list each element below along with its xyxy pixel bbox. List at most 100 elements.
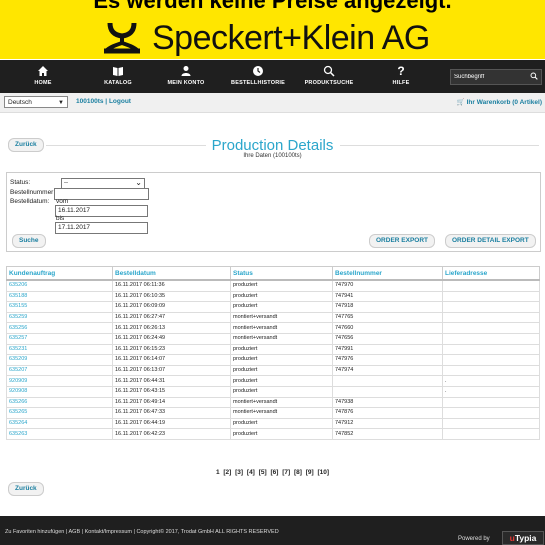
cell-lieferadresse xyxy=(442,332,540,345)
cell-bestellnummer: 747852 xyxy=(332,428,443,440)
cell-status: montiert+versandt xyxy=(230,332,333,345)
page-link[interactable]: [9] xyxy=(306,469,314,476)
account-links: 100100ts | Logout xyxy=(76,98,131,105)
cell-kundenauftrag[interactable]: 635155 xyxy=(6,301,113,313)
date-from-input[interactable] xyxy=(55,205,148,217)
account-bar: Deutsch ▼ 100100ts | Logout 🛒 Ihr Warenk… xyxy=(0,93,545,113)
cell-status: produziert xyxy=(230,343,333,356)
cell-bestellnummer: 747941 xyxy=(332,290,443,303)
cell-bestelldatum: 16.11.2017 06:43:15 xyxy=(112,385,231,398)
cart-link[interactable]: 🛒 Ihr Warenkorb (0 Artikel) xyxy=(457,98,542,106)
table-row: 635257 16.11.2017 06:24:49 montiert+versan… xyxy=(6,332,540,345)
page-title: Production Details xyxy=(211,137,334,154)
bestelldatum-label: Bestelldatum: xyxy=(10,198,50,205)
cell-lieferadresse xyxy=(442,428,540,440)
cell-bestellnummer: 747765 xyxy=(332,311,443,324)
cell-bestellnummer xyxy=(332,385,443,398)
nav-hilfe[interactable]: ? HILFE xyxy=(369,63,433,86)
nav-bestellhistorie[interactable]: BESTELLHISTORIE xyxy=(226,63,290,86)
cell-kundenauftrag[interactable]: 635188 xyxy=(6,290,113,303)
cell-kundenauftrag[interactable]: 635257 xyxy=(6,332,113,345)
cell-bestelldatum: 16.11.2017 06:10:35 xyxy=(112,290,231,303)
table-row: 635259 16.11.2017 06:27:47 montiert+versan… xyxy=(6,311,540,324)
search-input[interactable] xyxy=(454,71,524,82)
home-icon xyxy=(11,63,75,80)
cell-bestelldatum: 16.11.2017 06:13:07 xyxy=(112,364,231,377)
nav-katalog-label: KATALOG xyxy=(104,80,132,86)
chevron-down-icon: ▼ xyxy=(58,100,64,106)
page-link[interactable]: [7] xyxy=(282,469,290,476)
cell-bestelldatum: 16.11.2017 06:24:49 xyxy=(112,332,231,345)
col-header-bestelldatum[interactable]: Bestelldatum xyxy=(112,266,231,281)
footer-links[interactable]: Zu Favoriten hinzufügen | AGB | Kontakt/… xyxy=(5,529,279,535)
cell-bestellnummer: 747938 xyxy=(332,396,443,409)
cell-lieferadresse xyxy=(442,354,540,366)
logout-link[interactable]: Logout xyxy=(109,98,131,105)
utypia-logo[interactable]: uTypia xyxy=(502,531,544,545)
col-header-bestellnummer[interactable]: Bestellnummer xyxy=(332,266,443,281)
cell-kundenauftrag[interactable]: 920908 xyxy=(6,385,113,398)
cart-icon: 🛒 xyxy=(456,99,465,106)
cell-status: montiert+versandt xyxy=(230,311,333,324)
cell-kundenauftrag[interactable]: 635206 xyxy=(6,279,113,292)
cell-bestellnummer: 747656 xyxy=(332,332,443,345)
page-subtitle: Ihre Daten (100100ts) xyxy=(243,153,302,159)
bestellnummer-label: Bestellnummer xyxy=(10,189,54,196)
search-icon xyxy=(297,63,361,80)
cell-status: produziert xyxy=(230,279,333,292)
col-header-lieferadresse[interactable]: Lieferadresse xyxy=(442,266,540,281)
cell-kundenauftrag[interactable]: 635256 xyxy=(6,322,113,334)
order-detail-export-button[interactable]: ORDER DETAIL EXPORT xyxy=(445,234,536,248)
account-id-link[interactable]: 100100ts xyxy=(76,98,103,105)
page-link[interactable]: [3] xyxy=(235,469,243,476)
user-icon xyxy=(154,63,218,80)
brand-logo-icon xyxy=(104,22,140,54)
nav-mein-konto[interactable]: MEIN KONTO xyxy=(154,63,218,86)
order-export-button[interactable]: ORDER EXPORT xyxy=(369,234,436,248)
cell-status: produziert xyxy=(230,428,333,440)
page-link[interactable]: [4] xyxy=(247,469,255,476)
search-button[interactable]: Suche xyxy=(12,234,46,248)
nav-bestellhistorie-label: BESTELLHISTORIE xyxy=(231,80,285,86)
cell-bestelldatum: 16.11.2017 06:49:14 xyxy=(112,396,231,409)
language-select[interactable]: Deutsch ▼ xyxy=(4,96,68,108)
page-link[interactable]: [6] xyxy=(270,469,278,476)
chevron-down-icon: ⌄ xyxy=(135,178,142,187)
brand-logo[interactable]: Speckert+Klein AG xyxy=(100,18,430,58)
cell-kundenauftrag[interactable]: 635209 xyxy=(6,354,113,366)
cart-label: Ihr Warenkorb (0 Artikel) xyxy=(466,99,542,106)
cell-kundenauftrag[interactable]: 635231 xyxy=(6,343,113,356)
nav-produktsuche-label: PRODUKTSUCHE xyxy=(304,80,354,86)
back-button-bottom[interactable]: Zurück xyxy=(8,482,44,496)
page-link[interactable]: [5] xyxy=(259,469,267,476)
date-to-input[interactable] xyxy=(55,222,148,234)
search-submit-icon[interactable] xyxy=(530,71,538,83)
cell-kundenauftrag[interactable]: 635263 xyxy=(6,428,113,440)
nav-produktsuche[interactable]: PRODUKTSUCHE xyxy=(297,63,361,86)
filter-panel: Status: -- ⌄ Bestellnummer Bestelldatum:… xyxy=(6,172,541,252)
col-header-status[interactable]: Status xyxy=(230,266,333,281)
table-row: 635263 16.11.2017 06:42:23 produziert 74785… xyxy=(6,428,540,440)
cell-kundenauftrag[interactable]: 635266 xyxy=(6,396,113,409)
col-header-kundenauftrag[interactable]: Kundenauftrag xyxy=(6,266,113,281)
cell-kundenauftrag[interactable]: 635207 xyxy=(6,364,113,377)
table-row: 635265 16.11.2017 06:47:33 montiert+versan… xyxy=(6,407,540,419)
cell-lieferadresse xyxy=(442,322,540,334)
page-link[interactable]: [8] xyxy=(294,469,302,476)
search-box xyxy=(450,69,542,85)
cell-kundenauftrag[interactable]: 635264 xyxy=(6,417,113,430)
cell-kundenauftrag[interactable]: 635265 xyxy=(6,407,113,419)
cell-kundenauftrag[interactable]: 920909 xyxy=(6,375,113,387)
table-row: 635206 16.11.2017 06:11:36 produziert 74797… xyxy=(6,279,540,292)
cell-bestelldatum: 16.11.2017 06:44:19 xyxy=(112,417,231,430)
cell-kundenauftrag[interactable]: 635259 xyxy=(6,311,113,324)
page-link[interactable]: [2] xyxy=(223,469,231,476)
nav-mein-konto-label: MEIN KONTO xyxy=(167,80,205,86)
page-link[interactable]: [10] xyxy=(318,469,330,476)
nav-home[interactable]: HOME xyxy=(11,63,75,86)
cell-lieferadresse xyxy=(442,343,540,356)
nav-katalog[interactable]: KATALOG xyxy=(86,63,150,86)
table-row: 635231 16.11.2017 06:15:23 produziert 74799… xyxy=(6,343,540,356)
table-row: 635155 16.11.2017 06:09:09 produziert 74791… xyxy=(6,301,540,313)
cell-bestelldatum: 16.11.2017 06:26:13 xyxy=(112,322,231,334)
